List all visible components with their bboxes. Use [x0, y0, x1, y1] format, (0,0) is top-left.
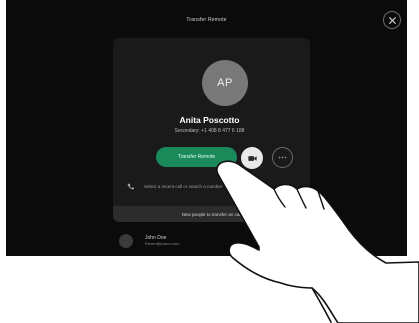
transfer-button[interactable]: Transfer Remote	[156, 147, 237, 167]
more-options-button[interactable]	[272, 147, 293, 168]
new-call-label: New people to transfer an call	[181, 211, 242, 217]
recent-avatar	[119, 234, 133, 248]
recent-contact-row[interactable]: John Doe Recent@cisco.com	[119, 232, 309, 250]
new-call-row[interactable]: New people to transfer an call	[113, 206, 310, 222]
search-hint-text: Select a recent call or search a number	[144, 183, 223, 189]
recent-contact-detail: Recent@cisco.com	[145, 241, 180, 246]
avatar-initials: AP	[217, 77, 233, 89]
phone-icon	[127, 183, 134, 189]
avatar: AP	[202, 60, 248, 106]
contact-name: Anita Poscotto	[179, 115, 240, 125]
contact-detail: Secondary: +1 408 8 477 6 188	[174, 128, 245, 134]
close-icon	[388, 16, 396, 24]
video-button[interactable]	[241, 147, 263, 169]
transfer-button-label: Transfer Remote	[177, 154, 216, 160]
video-icon	[247, 155, 257, 161]
search-hint-row[interactable]: Select a recent call or search a number	[127, 181, 317, 191]
screen-title: Transfer Remote	[186, 17, 227, 23]
more-icon	[278, 156, 287, 159]
close-button[interactable]	[383, 11, 401, 29]
